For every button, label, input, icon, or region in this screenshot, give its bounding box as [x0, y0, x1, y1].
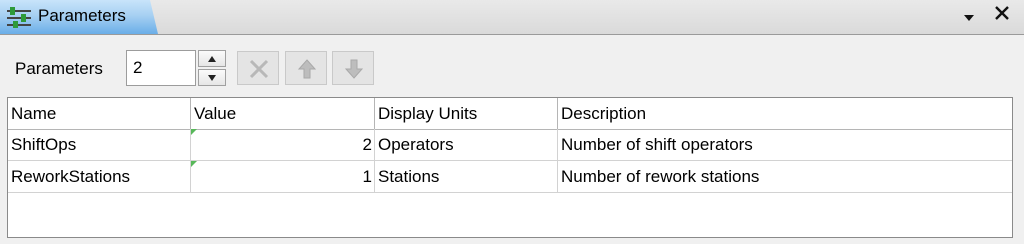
value-marker	[191, 161, 197, 167]
close-icon[interactable]	[994, 5, 1010, 26]
cell-description[interactable]: Number of shift operators	[558, 129, 1012, 161]
parameters-count-input[interactable]	[126, 50, 196, 86]
tab-parameters[interactable]: Parameters	[0, 0, 158, 34]
table-row[interactable]: ShiftOps 2 Operators Number of shift ope…	[8, 129, 1012, 161]
spin-down-button[interactable]	[198, 69, 226, 86]
move-down-button[interactable]	[332, 51, 374, 85]
column-header-name[interactable]: Name	[8, 98, 191, 129]
column-header-value[interactable]: Value	[191, 98, 375, 129]
cell-value-text: 1	[362, 167, 372, 186]
cell-value[interactable]: 2	[191, 129, 375, 161]
panel-title-bar: Parameters	[0, 0, 1024, 35]
delete-button[interactable]	[237, 51, 279, 85]
table-row[interactable]: ReworkStations 1 Stations Number of rewo…	[8, 161, 1012, 193]
parameters-count-label: Parameters	[15, 59, 103, 78]
parameters-table: Name Value Display Units Description Shi…	[7, 97, 1013, 238]
tab-title: Parameters	[38, 6, 126, 25]
cell-description[interactable]: Number of rework stations	[558, 161, 1012, 193]
dropdown-arrow-icon[interactable]	[963, 7, 975, 28]
column-header-display-units[interactable]: Display Units	[375, 98, 558, 129]
cell-units[interactable]: Operators	[375, 129, 558, 161]
cell-name[interactable]: ShiftOps	[8, 129, 191, 161]
cell-name[interactable]: ReworkStations	[8, 161, 191, 193]
cell-value[interactable]: 1	[191, 161, 375, 193]
move-up-button[interactable]	[285, 51, 327, 85]
sliders-icon	[6, 6, 32, 28]
value-marker	[191, 129, 197, 135]
cell-units[interactable]: Stations	[375, 161, 558, 193]
cell-value-text: 2	[362, 135, 372, 154]
column-header-description[interactable]: Description	[558, 98, 1012, 129]
spin-up-button[interactable]	[198, 50, 226, 67]
table-header: Name Value Display Units Description	[8, 98, 1012, 130]
